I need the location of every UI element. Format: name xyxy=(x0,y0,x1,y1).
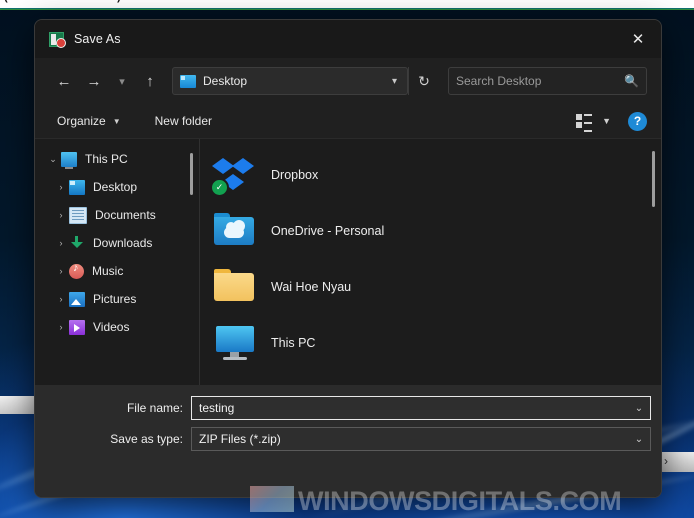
address-bar[interactable]: Desktop ▾ xyxy=(172,67,408,95)
list-item[interactable]: Wai Hoe Nyau xyxy=(200,259,661,315)
search-icon: 🔍 xyxy=(624,74,639,88)
sync-check-badge: ✓ xyxy=(210,178,229,197)
chevron-down-icon[interactable]: ⌄ xyxy=(628,434,650,445)
chevron-right-icon[interactable]: › xyxy=(53,210,69,220)
organize-label: Organize xyxy=(57,114,106,128)
save-document-icon xyxy=(49,31,66,48)
savetype-value: ZIP Files (*.zip) xyxy=(199,432,281,446)
top-green-rule xyxy=(0,9,694,10)
chevron-down-icon[interactable]: ⌄ xyxy=(45,154,61,165)
documents-icon xyxy=(69,206,87,224)
filename-field[interactable]: testing ⌄ xyxy=(191,396,651,420)
downloads-icon xyxy=(69,235,85,251)
navigation-pane-scrollbar[interactable] xyxy=(190,153,193,195)
folder-icon xyxy=(212,266,258,308)
sidebar-item-label: Pictures xyxy=(93,292,137,306)
videos-icon xyxy=(69,319,85,335)
sidebar-item-label: Music xyxy=(92,264,124,278)
new-folder-button[interactable]: New folder xyxy=(147,110,220,132)
list-item-label: This PC xyxy=(271,336,316,350)
organize-button[interactable]: Organize ▼ xyxy=(49,110,129,132)
filename-value[interactable]: testing xyxy=(199,401,628,415)
chevron-right-icon[interactable]: › xyxy=(53,322,69,332)
sidebar-item-label: Desktop xyxy=(93,180,138,194)
sidebar-item-music[interactable]: › Music xyxy=(35,257,199,285)
list-item[interactable]: OneDrive - Personal xyxy=(200,203,661,259)
sidebar-item-pictures[interactable]: › Pictures xyxy=(35,285,199,313)
navigation-bar: ← → ▾ ↑ Desktop ▾ ↻ Search Desktop 🔍 xyxy=(35,58,661,104)
refresh-icon[interactable]: ↻ xyxy=(408,67,439,95)
taskbar-left-fragment xyxy=(0,396,34,414)
view-chevron-down-icon[interactable]: ▼ xyxy=(602,116,611,126)
file-list: ✓ Dropbox OneDrive - Personal Wai Hoe Ny… xyxy=(200,139,661,385)
savetype-label: Save as type: xyxy=(110,432,183,446)
address-bar-path: Desktop xyxy=(203,74,248,88)
onedrive-folder-icon xyxy=(212,210,258,252)
list-item-label: Dropbox xyxy=(271,168,319,182)
save-form: File name: testing ⌄ Save as type: ZIP F… xyxy=(35,385,661,497)
filename-row: File name: testing ⌄ xyxy=(35,396,661,420)
chevron-right-icon[interactable]: › xyxy=(53,238,69,248)
list-item-label: OneDrive - Personal xyxy=(271,224,385,238)
sidebar-item-videos[interactable]: › Videos xyxy=(35,313,199,341)
dialog-body: ⌄ This PC › Desktop › Documents › Downlo… xyxy=(35,138,661,385)
monitor-icon xyxy=(212,322,258,364)
recent-locations-chevron-down-icon[interactable]: ▾ xyxy=(109,66,135,96)
command-bar: Organize ▼ New folder ▼ ? xyxy=(35,104,661,138)
close-icon[interactable]: ✕ xyxy=(615,20,661,58)
arrow-left-icon[interactable]: ← xyxy=(49,66,79,96)
sidebar-item-this-pc[interactable]: ⌄ This PC xyxy=(35,145,199,173)
arrow-up-icon[interactable]: ↑ xyxy=(135,66,165,96)
dialog-title: Save As xyxy=(74,32,121,46)
top-strip-event: User left clicked xyxy=(124,0,202,3)
help-icon[interactable]: ? xyxy=(628,111,647,131)
sidebar-item-label: Videos xyxy=(93,320,130,334)
chevron-right-icon[interactable]: › xyxy=(53,182,69,192)
filename-label: File name: xyxy=(126,401,183,415)
screen: › (1/16/2023 8:32:25 PM) User left click… xyxy=(0,0,694,518)
sidebar-item-label: This PC xyxy=(85,152,128,166)
savetype-row: Save as type: ZIP Files (*.zip) ⌄ xyxy=(35,427,661,451)
sidebar-item-label: Documents xyxy=(95,208,156,222)
chevron-right-icon: › xyxy=(664,454,668,468)
list-item[interactable]: ✓ Dropbox xyxy=(200,147,661,203)
list-item[interactable]: This PC xyxy=(200,315,661,371)
sidebar-item-documents[interactable]: › Documents xyxy=(35,201,199,229)
chevron-right-icon[interactable]: › xyxy=(53,294,69,304)
chevron-down-icon[interactable]: ⌄ xyxy=(628,403,650,414)
top-strip-text: (1/16/2023 8:32:25 PM) User left clicked xyxy=(4,0,202,3)
savetype-select[interactable]: ZIP Files (*.zip) ⌄ xyxy=(191,427,651,451)
pc-icon xyxy=(61,151,77,169)
pictures-icon xyxy=(69,291,85,307)
chevron-right-icon[interactable]: › xyxy=(53,266,69,276)
navigation-pane: ⌄ This PC › Desktop › Documents › Downlo… xyxy=(35,139,199,385)
sidebar-item-downloads[interactable]: › Downloads xyxy=(35,229,199,257)
save-as-dialog: Save As ✕ ← → ▾ ↑ Desktop ▾ ↻ Search Des… xyxy=(34,19,662,498)
search-box[interactable]: Search Desktop 🔍 xyxy=(448,67,647,95)
sidebar-item-desktop[interactable]: › Desktop xyxy=(35,173,199,201)
new-folder-label: New folder xyxy=(154,114,212,128)
list-item-label: Wai Hoe Nyau xyxy=(271,280,352,294)
view-layout-icon[interactable] xyxy=(576,113,593,132)
top-strip-timestamp: (1/16/2023 8:32:25 PM) xyxy=(4,0,121,3)
desktop-icon xyxy=(180,74,196,88)
address-chevron-down-icon[interactable]: ▾ xyxy=(384,76,405,87)
desktop-icon xyxy=(69,179,85,195)
file-list-scrollbar[interactable] xyxy=(652,151,655,207)
watermark-logo xyxy=(250,486,294,512)
music-icon xyxy=(69,262,84,279)
chevron-down-icon: ▼ xyxy=(112,116,121,126)
dialog-titlebar[interactable]: Save As ✕ xyxy=(35,20,661,58)
sidebar-item-label: Downloads xyxy=(93,236,153,250)
dropbox-icon: ✓ xyxy=(210,154,258,197)
arrow-right-icon[interactable]: → xyxy=(79,66,109,96)
search-input[interactable]: Search Desktop xyxy=(456,74,624,88)
